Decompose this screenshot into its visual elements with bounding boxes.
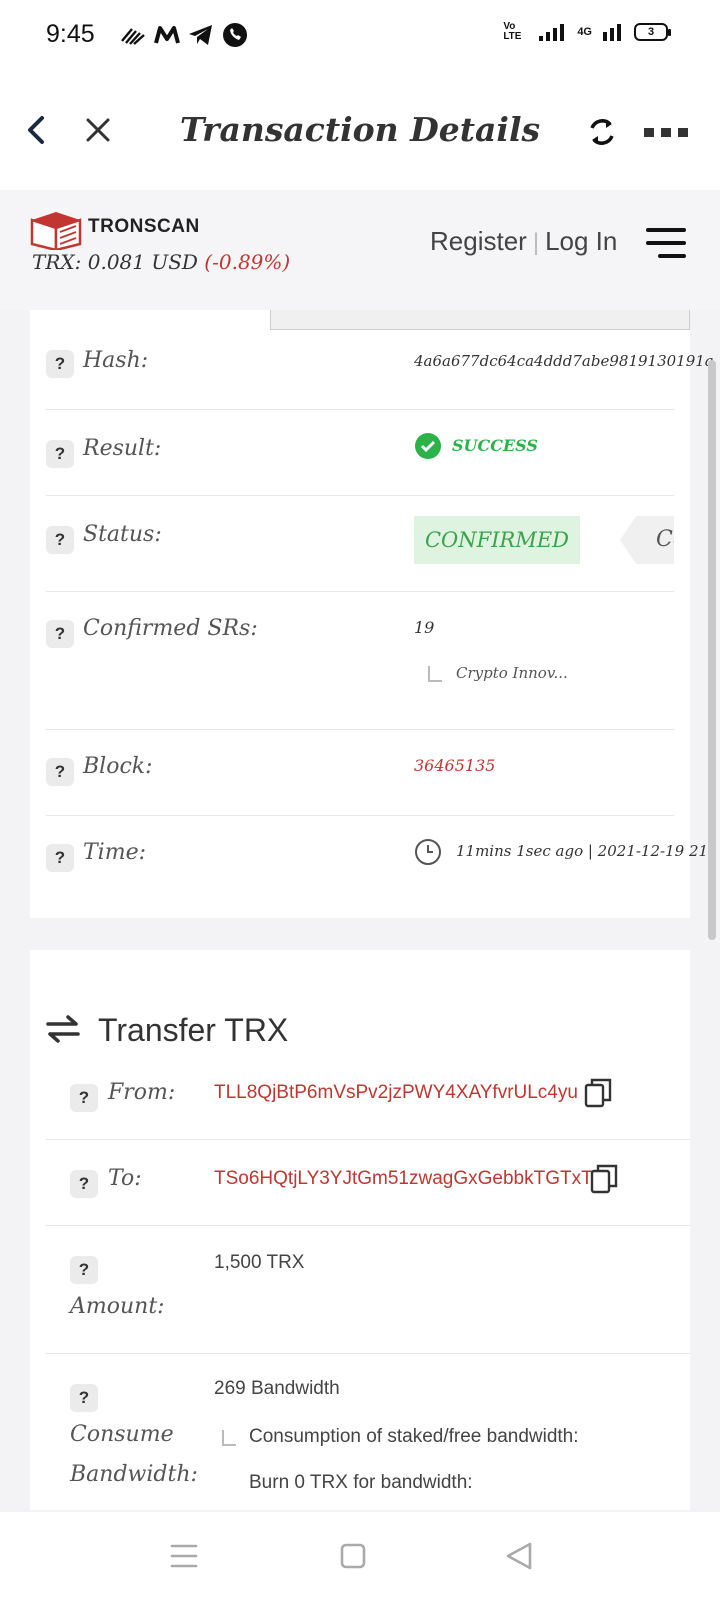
dot: [644, 127, 654, 137]
hamburger-menu-icon[interactable]: [646, 226, 688, 260]
result-row: ? Result: SUCCESS: [46, 410, 674, 496]
sub-item-marker: [222, 1430, 236, 1446]
recent-apps-icon[interactable]: [164, 1536, 204, 1576]
m-app-icon: [154, 26, 180, 44]
status-bar: 9:45 Vo LTE 4G 3: [0, 0, 720, 70]
status-label: Status:: [83, 522, 162, 547]
to-label: To:: [108, 1166, 142, 1191]
help-icon[interactable]: ?: [46, 440, 74, 468]
copy-icon[interactable]: [590, 1164, 618, 1194]
to-address-link[interactable]: TSo6HQtjLY3YJtGm51zwagGxGebbkTGTxT: [214, 1168, 593, 1190]
battery-icon: 3: [634, 23, 671, 41]
register-link[interactable]: Register: [430, 226, 527, 256]
trx-price-change: (-0.89%): [204, 250, 291, 274]
confirmed-status-badge: CONFIRMED: [414, 516, 580, 564]
block-label: Block:: [83, 754, 153, 779]
transfer-title: Transfer TRX: [98, 1012, 289, 1048]
amount-value: 1,500 TRX: [214, 1252, 305, 1273]
to-row: ? To: TSo6HQtjLY3YJtGm51zwagGxGebbkTGTxT: [46, 1140, 690, 1226]
back-triangle-icon[interactable]: [500, 1536, 540, 1576]
block-row: ? Block: 36465135: [46, 730, 674, 816]
result-label: Result:: [83, 436, 162, 461]
menu-line: [646, 228, 686, 232]
help-icon[interactable]: ?: [46, 758, 74, 786]
trx-price-value: TRX: 0.081 USD: [32, 250, 205, 274]
divider: |: [532, 229, 540, 256]
site-header: TRONSCAN TRX: 0.081 USD (-0.89%) Registe…: [0, 190, 720, 310]
refresh-icon[interactable]: [584, 114, 620, 150]
more-options-button[interactable]: [644, 122, 694, 142]
volte-label: Vo LTE: [503, 21, 522, 42]
help-icon[interactable]: ?: [70, 1384, 98, 1412]
notification-icons: [120, 22, 248, 48]
block-link[interactable]: 36465135: [414, 756, 495, 775]
whatsapp-icon: [223, 23, 247, 47]
help-icon[interactable]: ?: [70, 1256, 98, 1284]
dot: [661, 127, 671, 137]
from-address-link[interactable]: TLL8QjBtP6mVsPv2jzPWY4XAYfvrULc4yu: [214, 1082, 578, 1104]
bandwidth-row: ? Consume Bandwidth: 269 Bandwidth Consu…: [46, 1354, 690, 1510]
confirmed-sr-name[interactable]: Crypto Innov...: [456, 664, 568, 682]
bandwidth-label-line1: Consume: [70, 1422, 174, 1447]
help-icon[interactable]: ?: [70, 1170, 98, 1198]
from-label: From:: [108, 1080, 176, 1105]
time-value: 11mins 1sec ago | 2021-12-19 21: [456, 842, 709, 860]
system-nav-bar: [0, 1512, 720, 1600]
from-row: ? From: TLL8QjBtP6mVsPv2jzPWY4XAYfvrULc4…: [46, 1058, 690, 1140]
status-time: 9:45: [46, 20, 95, 48]
sub-item-marker: [428, 666, 442, 682]
bandwidth-label-line2: Bandwidth:: [70, 1462, 198, 1487]
hash-label: Hash:: [83, 348, 149, 373]
telegram-icon: [189, 25, 212, 45]
auth-links: Register | Log In: [430, 226, 617, 257]
signal-icon: [539, 24, 565, 41]
brand-name[interactable]: TRONSCAN: [88, 216, 200, 238]
status-row: ? Status: CONFIRMED Co: [46, 496, 674, 592]
confirmed-srs-label: Confirmed SRs:: [83, 616, 258, 641]
menu-line: [646, 241, 686, 245]
help-icon[interactable]: ?: [46, 350, 74, 378]
tronscan-logo-icon[interactable]: [30, 210, 82, 250]
transfer-card: Transfer TRX ? From: TLL8QjBtP6mVsPv2jzP…: [30, 950, 690, 1510]
hash-row: ? Hash: 4a6a677dc64ca4ddd7abe9819130191a: [46, 336, 714, 410]
confirmed-srs-count: 19: [414, 618, 435, 637]
transaction-details-card: ? Hash: 4a6a677dc64ca4ddd7abe9819130191a…: [30, 310, 714, 918]
amount-row: ? Amount: 1,500 TRX: [46, 1226, 690, 1354]
signal-4g-icon: [603, 24, 621, 41]
menu-line: [658, 254, 686, 258]
tab-strip: [270, 310, 690, 330]
app-title-bar: Transaction Details: [0, 70, 720, 190]
help-icon[interactable]: ?: [70, 1084, 98, 1112]
next-status-badge: Co: [620, 516, 674, 564]
transfer-arrows-icon: [46, 1015, 80, 1043]
time-label: Time:: [83, 840, 147, 865]
home-icon[interactable]: [333, 1536, 373, 1576]
help-icon[interactable]: ?: [46, 526, 74, 554]
staked-bandwidth-label: Consumption of staked/free bandwidth:: [249, 1426, 579, 1447]
burn-bandwidth-label: Burn 0 TRX for bandwidth:: [249, 1472, 473, 1493]
amount-label: Amount:: [70, 1294, 165, 1319]
trx-price: TRX: 0.081 USD (-0.89%): [32, 250, 290, 274]
hash-value[interactable]: 4a6a677dc64ca4ddd7abe9819130191a: [414, 352, 714, 370]
time-row: ? Time: 11mins 1sec ago | 2021-12-19 21: [46, 816, 708, 902]
confirmed-srs-row: ? Confirmed SRs: 19 Crypto Innov...: [46, 592, 674, 730]
dot: [678, 127, 688, 137]
check-circle-icon: [415, 433, 441, 459]
result-value: SUCCESS: [452, 436, 538, 455]
copy-icon[interactable]: [584, 1078, 612, 1108]
bandwidth-value: 269 Bandwidth: [214, 1378, 340, 1399]
scrollbar[interactable]: [708, 360, 716, 940]
help-icon[interactable]: ?: [46, 844, 74, 872]
login-link[interactable]: Log In: [545, 226, 617, 256]
network-type-label: 4G: [577, 26, 592, 38]
help-icon[interactable]: ?: [46, 620, 74, 648]
clock-icon: [415, 839, 441, 865]
system-indicators: Vo LTE 4G 3: [503, 21, 671, 42]
wave-icon: [121, 28, 145, 45]
